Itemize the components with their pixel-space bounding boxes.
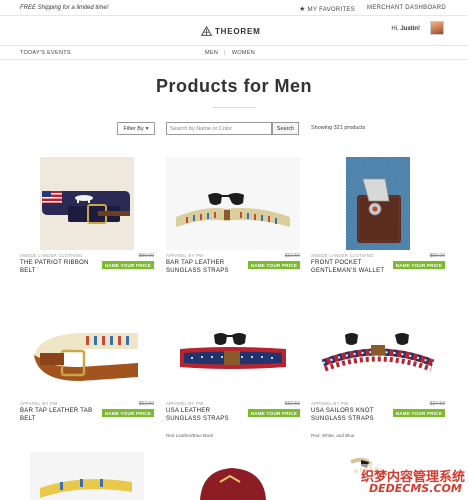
tab-men[interactable]: MEN (205, 50, 218, 56)
todays-events-link[interactable]: TODAY'S EVENTS (20, 50, 71, 56)
product-brand: SWEDE LANDER CLOTHING (311, 253, 374, 258)
promo-text: FREE Shipping for a limited time! (20, 5, 109, 11)
user-greeting: Hi, Justin! (391, 26, 420, 32)
product-image[interactable] (166, 452, 300, 500)
theorem-logo-icon (201, 26, 212, 36)
product-image[interactable] (20, 157, 154, 250)
avatar[interactable] (430, 21, 444, 35)
star-icon: ★ (299, 6, 306, 13)
product-color: Red, White, and Blue (311, 433, 355, 438)
name-your-price-button[interactable]: NAME YOUR PRICE (101, 409, 154, 417)
name-your-price-button[interactable]: NAME YOUR PRICE (392, 409, 445, 417)
gender-tabs: MEN | WOMEN (205, 50, 255, 56)
name-your-price-button[interactable]: NAME YOUR PRICE (392, 261, 445, 269)
product-price: $32.50 (284, 253, 300, 259)
name-your-price-button[interactable]: NAME YOUR PRICE (247, 409, 300, 417)
product-price: $27.50 (429, 401, 445, 407)
name-your-price-button[interactable]: NAME YOUR PRICE (101, 261, 154, 269)
watermark: 织梦内容管理系统 DEDECMS.COM (355, 464, 468, 500)
product-color: Red Leather/Blue Back (166, 433, 214, 438)
product-image[interactable] (20, 305, 154, 398)
product-price: $32.50 (284, 401, 300, 407)
product-name[interactable]: BAR TAP LEATHER SUNGLASS STRAPS (166, 260, 242, 275)
product-price: $52.50 (138, 401, 154, 407)
tab-women[interactable]: WOMEN (232, 50, 255, 56)
promo-bar: FREE Shipping for a limited time! ★ MY FA… (0, 0, 468, 16)
product-name[interactable]: USA SAILORS KNOT SUNGLASS STRAPS (311, 408, 387, 423)
user-name[interactable]: Justin! (400, 26, 420, 32)
merchant-dashboard-link[interactable]: MERCHANT DASHBOARD (367, 5, 446, 13)
logo-text: THEOREM (215, 26, 261, 36)
category-nav: TODAY'S EVENTS MEN | WOMEN (0, 46, 468, 60)
filter-label: Filter By (123, 125, 144, 132)
account-links: ★ MY FAVORITES MERCHANT DASHBOARD (299, 5, 446, 13)
filter-by-dropdown[interactable]: Filter By ▾ (117, 122, 155, 135)
site-logo[interactable]: THEOREM (201, 26, 261, 36)
product-name[interactable]: USA LEATHER SUNGLASS STRAPS (166, 408, 242, 423)
chevron-down-icon: ▾ (145, 125, 149, 132)
name-your-price-button[interactable]: NAME YOUR PRICE (247, 261, 300, 269)
product-count: Showing 321 products (311, 125, 366, 131)
product-price: $50.00 (138, 253, 154, 259)
product-image[interactable] (20, 452, 154, 500)
product-brand: SWEDE LANDER CLOTHING (20, 253, 83, 258)
my-favorites-link[interactable]: ★ MY FAVORITES (299, 5, 355, 13)
product-brand: APPAREL BY PW (20, 401, 58, 406)
my-favorites-label: MY FAVORITES (307, 7, 356, 13)
product-brand: APPAREL BY PW (166, 401, 204, 406)
watermark-line-2: DEDECMS.COM (369, 482, 462, 495)
site-header: THEOREM Hi, Justin! (0, 16, 468, 46)
search-input[interactable] (166, 122, 272, 135)
product-image[interactable] (311, 157, 445, 250)
product-price: $55.00 (429, 253, 445, 259)
page-title: Products for Men (155, 76, 312, 96)
product-image[interactable] (311, 305, 445, 398)
product-image[interactable] (166, 305, 300, 398)
search-button[interactable]: Search (272, 122, 299, 135)
product-brand: APPAREL BY PW (166, 253, 204, 258)
title-divider (212, 107, 256, 108)
tab-separator: | (224, 50, 226, 56)
greeting-prefix: Hi, (391, 26, 399, 32)
product-name[interactable]: BAR TAP LEATHER TAB BELT (20, 408, 96, 423)
product-name[interactable]: THE PATRIOT RIBBON BELT (20, 260, 96, 275)
product-name[interactable]: FRONT POCKET GENTLEMAN'S WALLET (311, 260, 387, 275)
product-brand: APPAREL BY PW (311, 401, 349, 406)
product-image[interactable] (166, 157, 300, 250)
